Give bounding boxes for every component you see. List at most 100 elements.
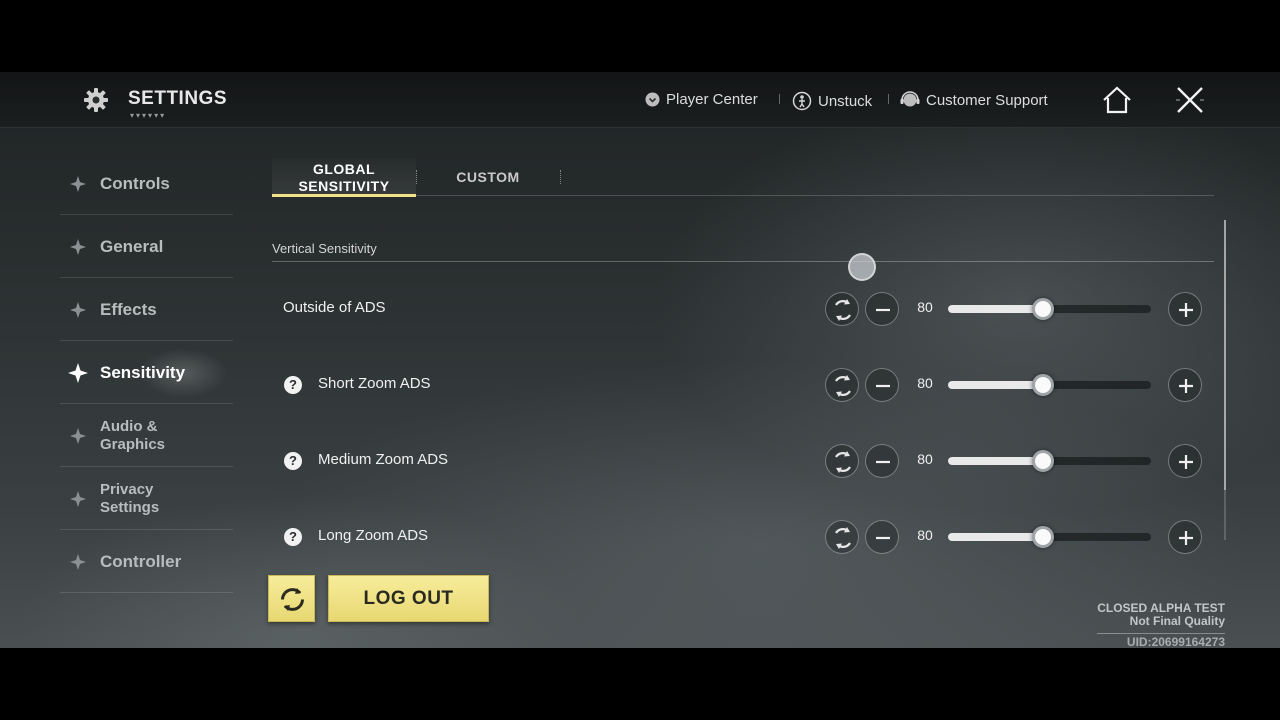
slider-track[interactable] bbox=[948, 526, 1151, 548]
tab-label: CUSTOM bbox=[456, 169, 520, 185]
slider-track[interactable] bbox=[948, 450, 1151, 472]
increment-button[interactable] bbox=[1168, 444, 1202, 478]
setting-value: 80 bbox=[917, 299, 933, 315]
diamond-icon bbox=[70, 175, 86, 192]
section-divider bbox=[272, 261, 1214, 262]
plus-icon bbox=[1179, 531, 1193, 545]
unstuck-link[interactable]: Unstuck bbox=[792, 91, 872, 111]
slider-fill bbox=[948, 457, 1043, 465]
diamond-icon bbox=[70, 427, 86, 444]
diamond-icon bbox=[70, 553, 86, 570]
reset-icon bbox=[281, 588, 304, 611]
customer-support-link[interactable]: Customer Support bbox=[900, 91, 1048, 109]
setting-label: Medium Zoom ADS bbox=[318, 451, 449, 468]
minus-icon bbox=[876, 384, 890, 388]
header-separator bbox=[779, 94, 780, 104]
shield-icon bbox=[645, 92, 660, 107]
diamond-icon bbox=[70, 490, 86, 507]
slider-track[interactable] bbox=[948, 298, 1151, 320]
sidebar-label-line: Privacy bbox=[100, 480, 154, 498]
tab-separator bbox=[416, 170, 417, 184]
sidebar-item-label: Privacy Settings bbox=[100, 481, 159, 517]
sidebar-item-effects[interactable]: Effects bbox=[60, 279, 233, 341]
sidebar-item-general[interactable]: General bbox=[60, 216, 233, 278]
reset-setting-button[interactable] bbox=[825, 444, 859, 478]
letterbox-top bbox=[0, 0, 1280, 72]
build-line: Not Final Quality bbox=[1129, 614, 1225, 628]
decrement-button[interactable] bbox=[865, 444, 899, 478]
slider-track[interactable] bbox=[948, 374, 1151, 396]
sidebar-label-line: Graphics bbox=[100, 435, 166, 453]
sidebar-item-sensitivity[interactable]: Sensitivity bbox=[60, 342, 233, 404]
sidebar-item-controller[interactable]: Controller bbox=[60, 531, 233, 593]
home-icon[interactable] bbox=[1101, 85, 1133, 115]
letterbox-bottom bbox=[0, 648, 1280, 720]
help-icon[interactable]: ? bbox=[284, 452, 302, 470]
scrollbar[interactable] bbox=[1224, 220, 1226, 540]
page-title: SETTINGS bbox=[128, 88, 228, 109]
tab-global-sensitivity[interactable]: GLOBAL SENSITIVITY bbox=[272, 158, 416, 197]
reset-icon bbox=[835, 299, 851, 321]
reset-setting-button[interactable] bbox=[825, 292, 859, 326]
scrollbar-thumb[interactable] bbox=[1224, 220, 1226, 490]
header-bar: SETTINGS ▾▾▾▾▾▾ Player Center Unstuck Cu… bbox=[0, 72, 1280, 128]
slider-knob[interactable] bbox=[1032, 450, 1054, 472]
unstuck-label: Unstuck bbox=[818, 92, 873, 110]
unstuck-icon bbox=[792, 91, 812, 111]
build-info: CLOSED ALPHA TEST Not Final Quality UID:… bbox=[1097, 602, 1225, 648]
slider-fill bbox=[948, 305, 1043, 313]
sidebar-label-line: Audio & bbox=[100, 417, 158, 435]
sidebar-item-controls[interactable]: Controls bbox=[60, 153, 233, 215]
user-id: UID:20699164273 bbox=[1097, 633, 1225, 648]
reset-setting-button[interactable] bbox=[825, 520, 859, 554]
slider-knob[interactable] bbox=[1032, 526, 1054, 548]
gear-icon bbox=[84, 88, 108, 112]
close-icon[interactable] bbox=[1174, 84, 1206, 116]
reset-defaults-button[interactable] bbox=[268, 575, 315, 622]
setting-value: 80 bbox=[917, 527, 933, 543]
increment-button[interactable] bbox=[1168, 292, 1202, 326]
help-icon[interactable]: ? bbox=[284, 376, 302, 394]
setting-label: Long Zoom ADS bbox=[318, 527, 429, 544]
decrement-button[interactable] bbox=[865, 292, 899, 326]
sidebar-item-audio-graphics[interactable]: Audio & Graphics bbox=[60, 405, 233, 467]
slider-knob[interactable] bbox=[1032, 374, 1054, 396]
sidebar-item-label: General bbox=[100, 236, 164, 256]
tab-bar: GLOBAL SENSITIVITY CUSTOM bbox=[272, 158, 1214, 197]
tab-label-line: SENSITIVITY bbox=[298, 178, 390, 194]
sensitivity-row: ? Short Zoom ADS 80 bbox=[272, 357, 1212, 413]
slider-fill bbox=[948, 533, 1043, 541]
minus-icon bbox=[876, 460, 890, 464]
log-out-button[interactable]: LOG OUT bbox=[328, 575, 489, 622]
reset-icon bbox=[835, 375, 851, 397]
decrement-button[interactable] bbox=[865, 368, 899, 402]
tab-separator bbox=[560, 170, 561, 184]
reset-icon bbox=[835, 527, 851, 549]
player-center-label: Player Center bbox=[666, 91, 758, 108]
reset-icon bbox=[835, 451, 851, 473]
minus-icon bbox=[876, 536, 890, 540]
increment-button[interactable] bbox=[1168, 520, 1202, 554]
floating-slider-knob[interactable] bbox=[848, 253, 876, 281]
sensitivity-row: ? Long Zoom ADS 80 bbox=[272, 509, 1212, 565]
diamond-icon bbox=[70, 301, 86, 318]
increment-button[interactable] bbox=[1168, 368, 1202, 402]
customer-support-label: Customer Support bbox=[926, 91, 1048, 109]
sidebar-item-privacy-settings[interactable]: Privacy Settings bbox=[60, 468, 233, 530]
sensitivity-row: Outside of ADS 80 bbox=[272, 281, 1212, 337]
sidebar-item-label: Effects bbox=[100, 299, 157, 319]
slider-fill bbox=[948, 381, 1043, 389]
sidebar-item-label: Controls bbox=[100, 173, 170, 193]
sidebar-item-label: Sensitivity bbox=[100, 362, 186, 382]
player-center-link[interactable]: Player Center bbox=[645, 91, 758, 108]
minus-icon bbox=[876, 308, 890, 312]
plus-icon bbox=[1179, 455, 1193, 469]
help-icon[interactable]: ? bbox=[284, 528, 302, 546]
slider-knob[interactable] bbox=[1032, 298, 1054, 320]
decrement-button[interactable] bbox=[865, 520, 899, 554]
reset-setting-button[interactable] bbox=[825, 368, 859, 402]
tab-custom[interactable]: CUSTOM bbox=[418, 158, 558, 196]
setting-value: 80 bbox=[917, 375, 933, 391]
support-icon bbox=[900, 91, 920, 107]
tab-label-line: GLOBAL bbox=[312, 161, 376, 177]
